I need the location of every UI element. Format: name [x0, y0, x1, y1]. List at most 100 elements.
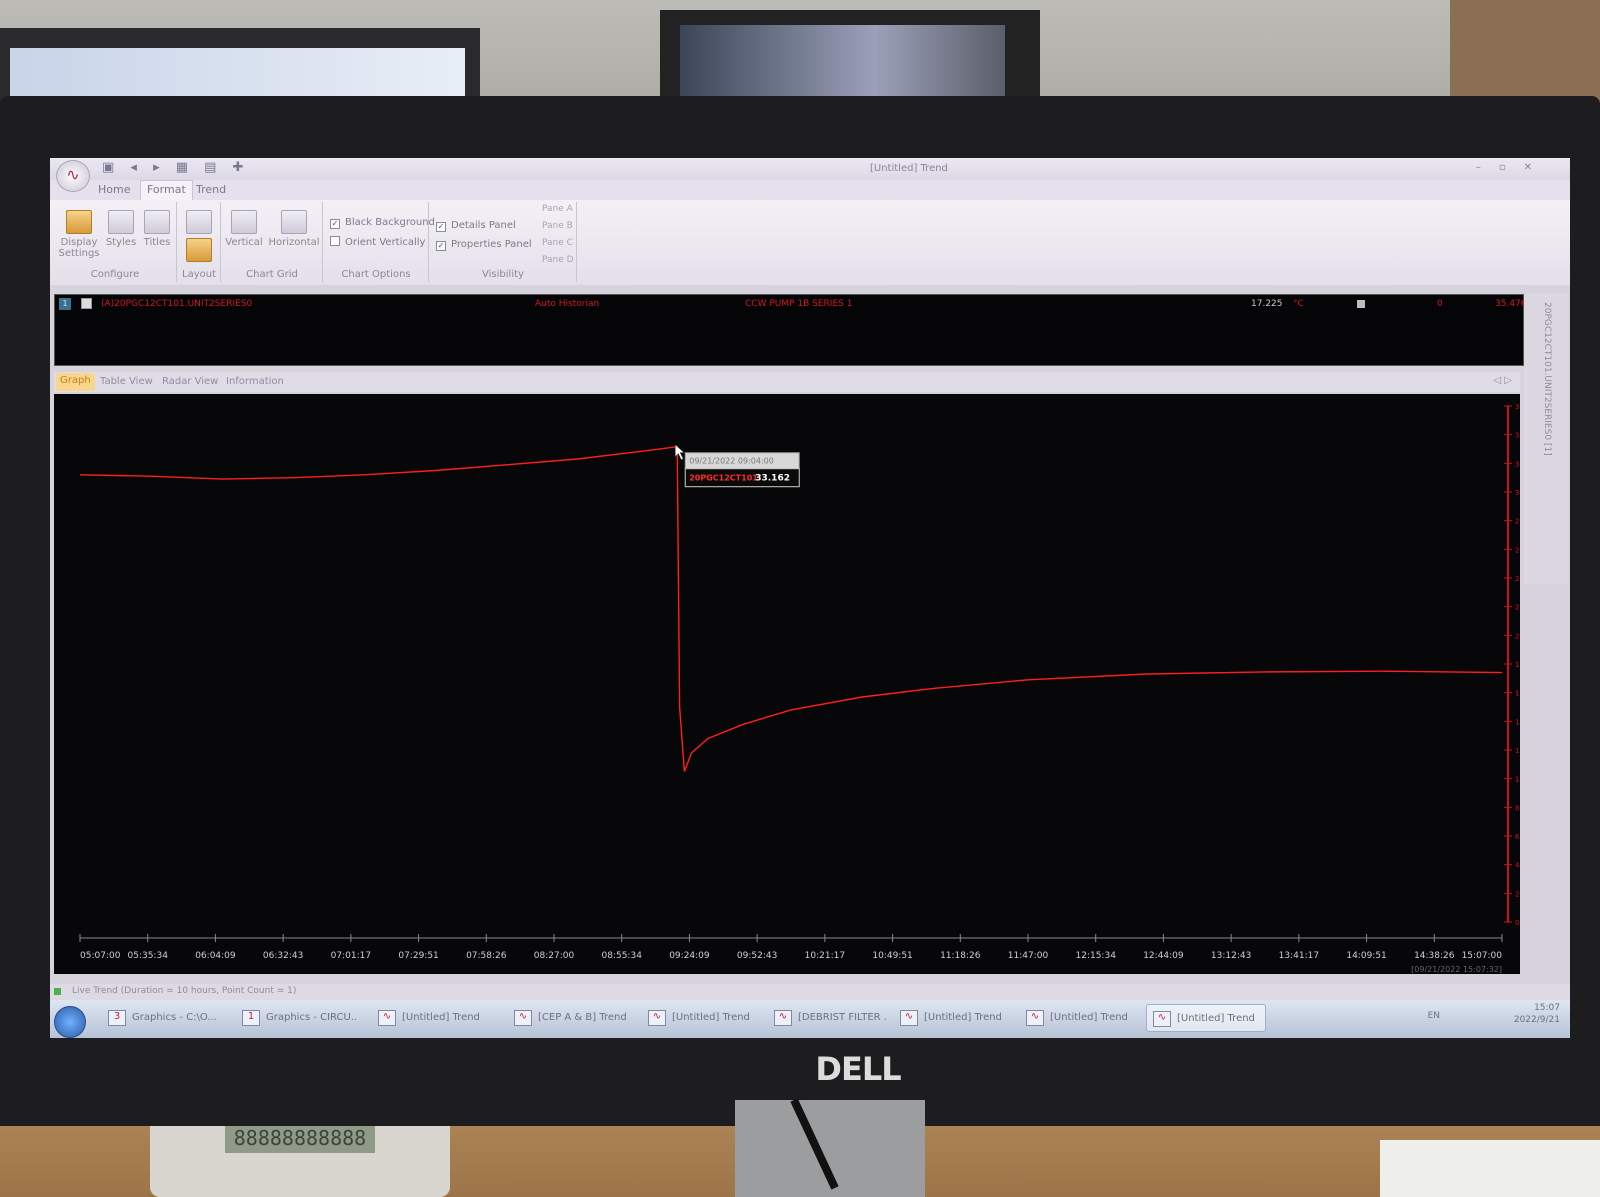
- x-tick-label: 14:09:51: [1346, 951, 1386, 961]
- app-menu-icon[interactable]: ∿: [56, 160, 90, 192]
- y-tick-label: 6: [1515, 833, 1520, 841]
- view-tabs: Graph Table View Radar View Information …: [54, 372, 1520, 392]
- tab-format[interactable]: Format: [140, 180, 193, 200]
- taskbar-item[interactable]: 1 Graphics - CIRCU...: [236, 1004, 356, 1032]
- y-tick-label: 36: [1515, 403, 1520, 411]
- tab-table-view[interactable]: Table View: [100, 376, 153, 387]
- x-tick-label: 11:18:26: [940, 951, 981, 961]
- taskbar-item-label: [Untitled] Trend: [924, 1012, 1002, 1023]
- taskbar-item-label: [CEP A & B] Trend: [538, 1012, 627, 1023]
- window-controls[interactable]: –▫✕: [1476, 162, 1550, 173]
- display-settings-button[interactable]: Display Settings: [58, 210, 100, 259]
- tray-date[interactable]: 2022/9/21: [1514, 1014, 1560, 1026]
- language-indicator[interactable]: EN: [1428, 1010, 1440, 1022]
- tray-time[interactable]: 15:07: [1514, 1002, 1560, 1014]
- status-bar: Live Trend (Duration = 10 hours, Point C…: [50, 984, 1570, 1000]
- window-title: [Untitled] Trend: [870, 163, 948, 174]
- tab-radar-view[interactable]: Radar View: [162, 376, 218, 387]
- tab-information[interactable]: Information: [226, 376, 284, 387]
- tab-trend[interactable]: Trend: [190, 183, 232, 196]
- layout-button[interactable]: [186, 210, 212, 265]
- pen-mode: Auto Historian: [535, 299, 600, 309]
- taskbar-item-label: [Untitled] Trend: [672, 1012, 750, 1023]
- group-visibility: ✓ Details Panel ✓ Properties Panel Pane A …: [430, 202, 577, 282]
- vertical-grid-button[interactable]: Vertical: [224, 210, 264, 248]
- y-tick-label: 10: [1515, 776, 1520, 784]
- menu-tabs: Home Format Trend: [50, 180, 1570, 200]
- pane-a-option[interactable]: Pane A: [542, 204, 573, 214]
- title-bar: ▣ ◂ ▸ ▦ ▤ ✚ [Untitled] Trend –▫✕: [50, 158, 1570, 180]
- view-nav-arrows[interactable]: ◁ ▷: [1493, 375, 1512, 386]
- taskbar-item-label: Graphics - CIRCU...: [266, 1012, 356, 1023]
- quick-access-toolbar[interactable]: ▣ ◂ ▸ ▦ ▤ ✚: [102, 160, 249, 175]
- checkmark-icon: ✓: [330, 219, 340, 229]
- y-tick-label: 26: [1515, 546, 1520, 554]
- group-label-layout: Layout: [182, 269, 216, 280]
- pen-visible-checkbox[interactable]: [81, 298, 92, 309]
- taskbar-item-label: [Untitled] Trend: [1050, 1012, 1128, 1023]
- cursor-icon: [674, 444, 686, 461]
- taskbar-item[interactable]: ∿ [Untitled] Trend: [1146, 1004, 1266, 1032]
- pen-index: 1: [59, 298, 71, 310]
- tab-graph[interactable]: Graph: [56, 373, 95, 391]
- group-chart-options: ✓ Black Background Orient Vertically Char…: [324, 202, 435, 282]
- layout-grid-icon: [186, 210, 212, 234]
- black-background-checkbox[interactable]: ✓ Black Background: [330, 217, 435, 229]
- taskbar-item[interactable]: ∿ [Untitled] Trend: [894, 1004, 1014, 1032]
- trend-icon: ∿: [774, 1010, 792, 1026]
- x-tick-label: 11:47:00: [1008, 951, 1049, 961]
- x-tick-label: 12:15:34: [1076, 951, 1117, 961]
- status-text: Live Trend (Duration = 10 hours, Point C…: [72, 986, 297, 996]
- details-panel-checkbox[interactable]: ✓ Details Panel: [436, 220, 516, 232]
- pen-value: 17.225: [1251, 299, 1283, 309]
- styles-icon: [108, 210, 134, 234]
- orient-vertically-checkbox[interactable]: Orient Vertically: [330, 236, 425, 248]
- titles-button[interactable]: Titles: [142, 210, 172, 248]
- group-label-configure: Configure: [90, 269, 140, 280]
- pane-d-option[interactable]: Pane D: [542, 255, 574, 265]
- pen-option-checkbox[interactable]: [1357, 300, 1365, 308]
- group-label-visibility: Visibility: [482, 269, 524, 280]
- group-configure: Display Settings Styles Titles Configure: [54, 202, 177, 282]
- details-panel: 1 (A)20PGC12CT101.UNIT2SERIES0 Auto Hist…: [54, 294, 1527, 366]
- x-tick-label: 13:12:43: [1211, 951, 1251, 961]
- pane-b-option[interactable]: Pane B: [542, 221, 573, 231]
- trend-chart[interactable]: 02468101214161820222426283032343605:07:0…: [54, 394, 1520, 974]
- taskbar-item-label: Graphics - C:\O...: [132, 1012, 217, 1023]
- pane-c-option[interactable]: Pane C: [542, 238, 573, 248]
- ribbon: Display Settings Styles Titles Configure…: [50, 200, 1570, 285]
- trend-icon: ∿: [514, 1010, 532, 1026]
- tab-home[interactable]: Home: [92, 183, 136, 196]
- x-tick-label: 05:35:34: [128, 951, 169, 961]
- status-indicator-icon: [54, 988, 61, 995]
- pen-tag[interactable]: (A)20PGC12CT101.UNIT2SERIES0: [101, 299, 252, 309]
- taskbar-item[interactable]: ∿ [Untitled] Trend: [372, 1004, 492, 1032]
- x-tick-label: 12:44:09: [1143, 951, 1184, 961]
- y-tick-label: 32: [1515, 460, 1520, 468]
- styles-button[interactable]: Styles: [104, 210, 138, 248]
- x-tick-label: 13:41:17: [1279, 951, 1319, 961]
- properties-panel-checkbox[interactable]: ✓ Properties Panel: [436, 239, 532, 251]
- pen-description: CCW PUMP 1B SERIES 1: [745, 299, 853, 309]
- horizontal-grid-icon: [281, 210, 307, 234]
- notebook: [1380, 1140, 1600, 1197]
- taskbar-item[interactable]: 3 Graphics - C:\O...: [102, 1004, 222, 1032]
- trend-icon: ∿: [648, 1010, 666, 1026]
- y-tick-label: 24: [1515, 575, 1520, 583]
- taskbar-item[interactable]: ∿ [CEP A & B] Trend: [508, 1004, 628, 1032]
- trend-icon: ∿: [1153, 1011, 1171, 1027]
- start-button-icon[interactable]: [54, 1006, 86, 1038]
- monitor-logo: DELL: [815, 1050, 901, 1088]
- x-tick-label: 14:38:26: [1414, 951, 1455, 961]
- y-tick-label: 0: [1515, 919, 1519, 927]
- taskbar-item-label: [Untitled] Trend: [1177, 1013, 1255, 1024]
- tooltip-value: 33.162: [755, 474, 790, 484]
- horizontal-grid-button[interactable]: Horizontal: [268, 210, 320, 248]
- graphics-icon: 3: [108, 1010, 126, 1026]
- taskbar-item[interactable]: ∿ [Untitled] Trend: [642, 1004, 762, 1032]
- y-tick-label: 2: [1515, 890, 1519, 898]
- taskbar-item[interactable]: ∿ [DEBRIST FILTER ...: [768, 1004, 888, 1032]
- trend-icon: ∿: [900, 1010, 918, 1026]
- taskbar-item[interactable]: ∿ [Untitled] Trend: [1020, 1004, 1140, 1032]
- x-tick-label: 05:07:00: [80, 951, 121, 961]
